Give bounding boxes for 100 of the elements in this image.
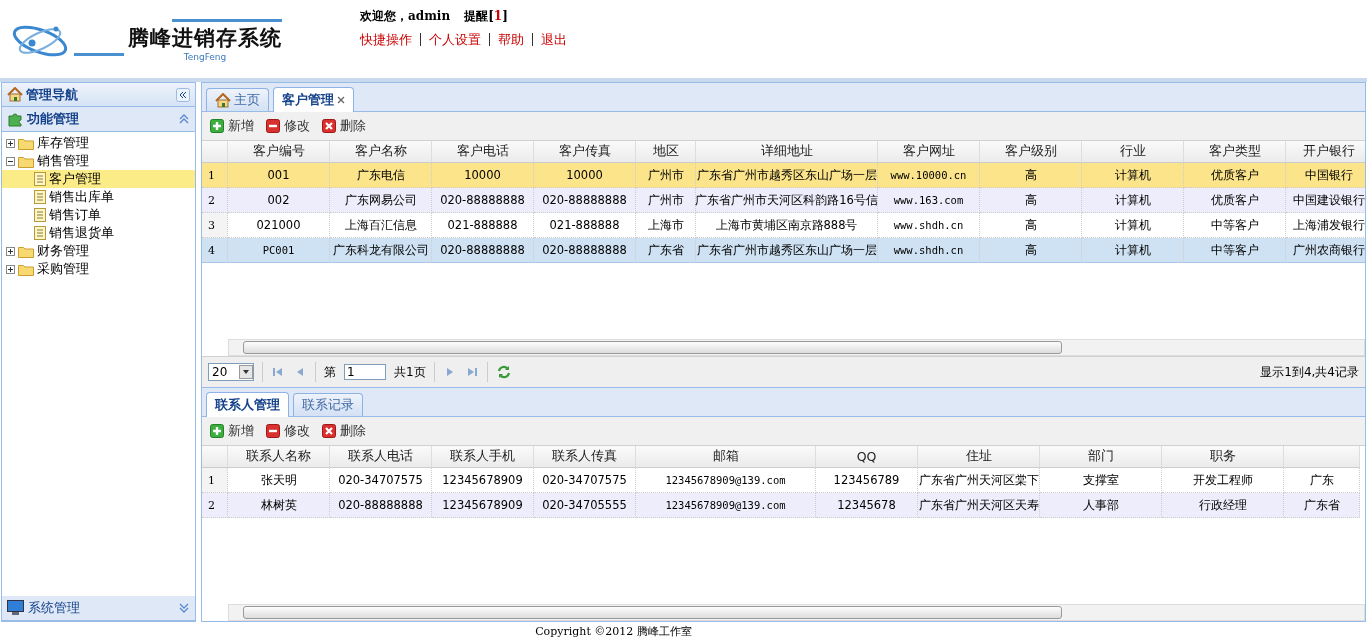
- table-cell: 计算机: [1082, 163, 1184, 188]
- plus-icon: [210, 119, 224, 133]
- delete-icon: [322, 424, 336, 438]
- copyright-text: Copyright ©2012 腾峰工作室: [535, 624, 692, 639]
- table-cell: 12345678909@139.com: [636, 493, 816, 518]
- tree-item[interactable]: 财务管理: [2, 242, 195, 260]
- row-number: 2: [202, 493, 228, 518]
- table-cell: 计算机: [1082, 238, 1184, 263]
- table-cell: 广东省广州天河区天寿: [918, 493, 1040, 518]
- column-header[interactable]: 联系人名称: [228, 446, 330, 468]
- expand-icon[interactable]: [6, 138, 15, 148]
- column-header[interactable]: 联系人传真: [534, 446, 636, 468]
- reminder-link[interactable]: 提醒[1]: [464, 8, 508, 25]
- tab[interactable]: 联系记录: [293, 393, 363, 416]
- toolbar-button[interactable]: 删除: [322, 420, 366, 442]
- column-header[interactable]: 客户传真: [534, 141, 636, 163]
- column-header[interactable]: 客户名称: [330, 141, 432, 163]
- accordion-header[interactable]: 系统管理: [2, 596, 195, 621]
- page-input[interactable]: 1: [344, 364, 386, 380]
- table-cell: 行政经理: [1162, 493, 1284, 518]
- first-page-icon[interactable]: [271, 365, 285, 379]
- table-cell: 广东网易公司: [330, 188, 432, 213]
- column-header[interactable]: 客户电话: [432, 141, 534, 163]
- sidebar-title: 管理导航: [26, 85, 79, 104]
- table-cell: 广州农商银行: [1286, 238, 1365, 263]
- table-cell: 020-34705555: [534, 493, 636, 518]
- table-cell: 计算机: [1082, 188, 1184, 213]
- tree-item[interactable]: 销售管理: [2, 152, 195, 170]
- page-size-select[interactable]: 20: [208, 363, 254, 381]
- header-link[interactable]: 快捷操作: [360, 33, 420, 46]
- close-icon[interactable]: [337, 96, 345, 104]
- header-link[interactable]: 帮助: [489, 33, 532, 46]
- toolbar-button[interactable]: 修改: [266, 115, 310, 137]
- tab[interactable]: 主页: [206, 88, 269, 111]
- folder-icon: [18, 262, 34, 276]
- table-cell: 中国建设银行: [1286, 188, 1365, 213]
- tree-item[interactable]: 销售订单: [2, 206, 195, 224]
- toolbar-button[interactable]: 新增: [210, 420, 254, 442]
- table-cell: 广东省广州市越秀区东山广场一层: [696, 163, 878, 188]
- table-cell: 020-88888888: [432, 188, 534, 213]
- monitor-icon: [7, 600, 24, 616]
- table-cell: 10000: [534, 163, 636, 188]
- column-header[interactable]: 联系人电话: [330, 446, 432, 468]
- expand-icon[interactable]: [6, 264, 15, 274]
- row-number: 3: [202, 213, 228, 238]
- document-icon: [34, 172, 46, 186]
- tab[interactable]: 联系人管理: [206, 392, 289, 417]
- collapse-left-icon[interactable]: [176, 87, 190, 102]
- record-summary: 显示1到4,共4记录: [1260, 363, 1359, 381]
- table-cell: 12345678909: [432, 493, 534, 518]
- column-header[interactable]: 行业: [1082, 141, 1184, 163]
- toolbar-button[interactable]: 修改: [266, 420, 310, 442]
- table-cell: 020-88888888: [534, 238, 636, 263]
- minus-icon: [266, 424, 280, 438]
- column-header[interactable]: 客户网址: [878, 141, 980, 163]
- horizontal-scrollbar[interactable]: [228, 339, 1365, 356]
- column-header[interactable]: QQ: [816, 446, 918, 468]
- expand-icon[interactable]: [6, 246, 15, 256]
- table-cell: 广东科龙有限公司: [330, 238, 432, 263]
- delete-icon: [322, 119, 336, 133]
- table-cell: 广东电信: [330, 163, 432, 188]
- header-link[interactable]: 个人设置: [420, 33, 489, 46]
- column-header[interactable]: 客户编号: [228, 141, 330, 163]
- table-cell: PC001: [228, 238, 330, 263]
- column-header[interactable]: 地区: [636, 141, 696, 163]
- refresh-icon[interactable]: [495, 364, 512, 380]
- column-header[interactable]: 客户级别: [980, 141, 1082, 163]
- collapse-icon[interactable]: [6, 156, 15, 166]
- accordion-header[interactable]: 功能管理: [2, 107, 195, 132]
- tab[interactable]: 客户管理: [273, 87, 354, 112]
- home-icon: [7, 87, 23, 102]
- column-header[interactable]: 详细地址: [696, 141, 878, 163]
- column-header[interactable]: 开户银行: [1286, 141, 1365, 163]
- column-header[interactable]: 部门: [1040, 446, 1162, 468]
- table-cell: 高: [980, 163, 1082, 188]
- table-cell: www.163.com: [878, 188, 980, 213]
- folder-icon: [18, 154, 34, 168]
- column-header[interactable]: 邮箱: [636, 446, 816, 468]
- app-subtitle: TengFeng: [183, 51, 227, 62]
- column-header[interactable]: 联系人手机: [432, 446, 534, 468]
- column-header[interactable]: 客户类型: [1184, 141, 1286, 163]
- toolbar-button[interactable]: 新增: [210, 115, 254, 137]
- tree-item[interactable]: 库存管理: [2, 134, 195, 152]
- table-cell: 020-88888888: [432, 238, 534, 263]
- welcome-text: 欢迎您，admin: [360, 8, 451, 25]
- toolbar-button[interactable]: 删除: [322, 115, 366, 137]
- horizontal-scrollbar[interactable]: [228, 604, 1365, 621]
- tree-item[interactable]: 客户管理: [2, 170, 195, 188]
- table-cell: 高: [980, 188, 1082, 213]
- header-link[interactable]: 退出: [532, 33, 575, 46]
- table-cell: 中国银行: [1286, 163, 1365, 188]
- tree-item[interactable]: 采购管理: [2, 260, 195, 278]
- app-title: 腾峰进销存系统: [128, 24, 282, 52]
- table-cell: 优质客户: [1184, 188, 1286, 213]
- table-cell: 广东省: [1284, 493, 1360, 518]
- column-header[interactable]: 职务: [1162, 446, 1284, 468]
- column-header[interactable]: 住址: [918, 446, 1040, 468]
- table-cell: 广东省: [636, 238, 696, 263]
- tree-item[interactable]: 销售出库单: [2, 188, 195, 206]
- tree-item[interactable]: 销售退货单: [2, 224, 195, 242]
